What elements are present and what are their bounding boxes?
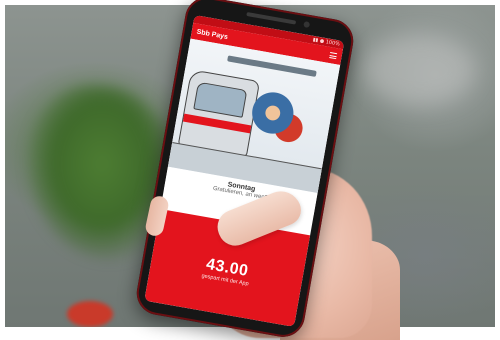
app-title: Sbb Pays (196, 28, 229, 41)
conductor-figure (242, 85, 313, 155)
blurred-rock (365, 35, 475, 105)
train-illustration (167, 38, 341, 193)
train-window (193, 81, 248, 118)
hamburger-menu-icon[interactable] (329, 51, 338, 61)
blurred-red-object (67, 301, 113, 327)
